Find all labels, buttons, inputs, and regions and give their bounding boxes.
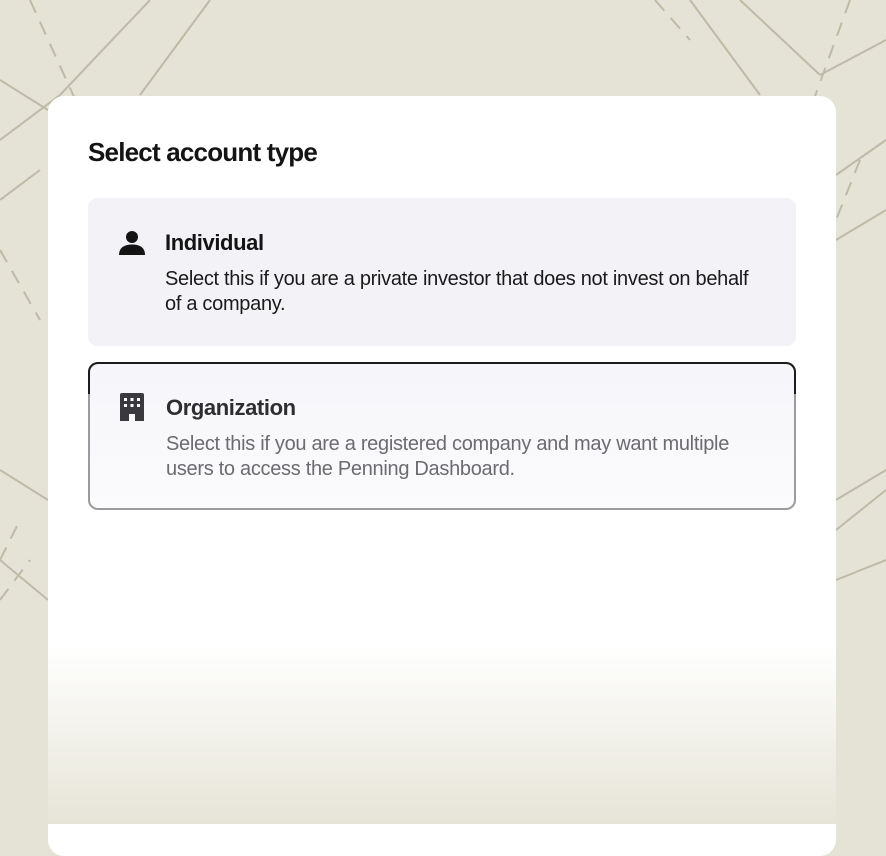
- account-type-card: Select account type Individual Select th…: [48, 96, 836, 856]
- person-icon: [118, 229, 146, 257]
- option-organization-description: Select this if you are a registered comp…: [166, 433, 730, 480]
- building-icon: [119, 392, 147, 421]
- option-individual-description: Select this if you are a private investo…: [165, 268, 749, 315]
- page-title: Select account type: [88, 137, 318, 167]
- account-type-options: Individual Select this if you are a priv…: [88, 198, 796, 510]
- option-individual-label: Individual: [165, 230, 264, 255]
- option-individual[interactable]: Individual Select this if you are a priv…: [88, 198, 796, 346]
- option-organization[interactable]: Organization Select this if you are a re…: [88, 362, 796, 510]
- option-organization-label: Organization: [166, 395, 296, 420]
